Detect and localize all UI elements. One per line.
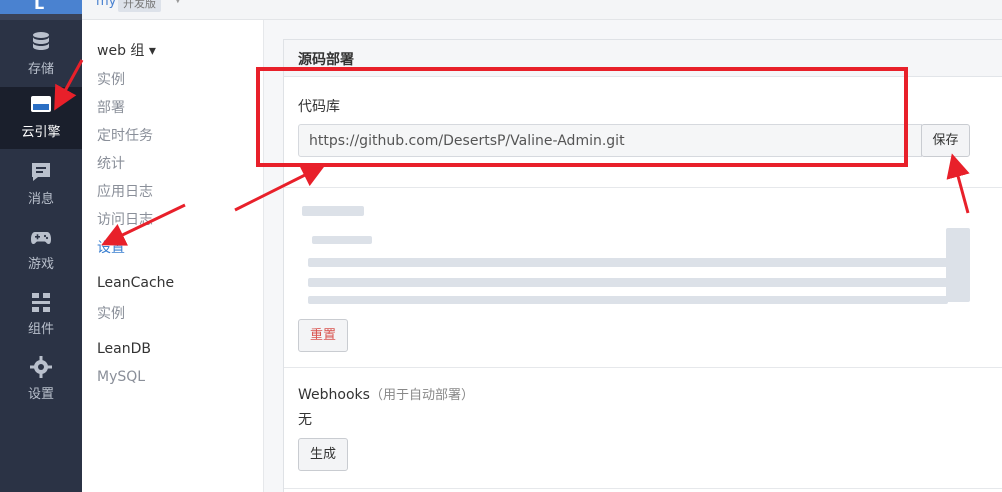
nav-item-stats[interactable]: 统计 <box>97 153 125 173</box>
chevron-down-icon[interactable]: ▼ <box>174 0 182 5</box>
redacted-line <box>308 296 948 304</box>
redacted-line <box>308 278 948 287</box>
divider <box>284 488 1002 489</box>
nav-item-instances[interactable]: 实例 <box>97 69 125 89</box>
nav-group-leandb: LeanDB <box>97 341 152 357</box>
app-name[interactable]: my <box>96 0 116 9</box>
divider <box>284 367 1002 368</box>
components-icon <box>32 293 50 312</box>
app-plan-badge: 开发版 <box>118 0 161 12</box>
gear-icon <box>30 356 52 378</box>
main-content: 源码部署 代码库 保存 重置 Webhooks（用于自动部署） 无 生成 <box>264 20 1002 492</box>
rail-item-components[interactable]: 组件 <box>0 284 82 346</box>
logo-letter: L <box>34 0 45 13</box>
database-icon <box>33 32 49 50</box>
redacted-block <box>946 228 970 302</box>
nav-group-web[interactable]: web 组 ▾ <box>97 40 156 60</box>
gamepad-icon <box>31 232 51 244</box>
rail-label: 消息 <box>27 192 54 207</box>
top-bar: my 开发版 ▼ <box>82 0 1002 20</box>
source-deploy-panel: 源码部署 代码库 保存 重置 Webhooks（用于自动部署） 无 生成 <box>283 39 1002 492</box>
nav-item-access-logs[interactable]: 访问日志 <box>97 209 153 229</box>
message-icon <box>32 163 50 181</box>
redacted-line <box>308 258 948 267</box>
webhooks-value: 无 <box>298 412 312 428</box>
icon-rail: L 存储 云引擎 消息 游戏 组件 设置 <box>0 0 82 492</box>
server-icon <box>31 96 51 112</box>
panel-header: 源码部署 <box>284 40 1002 77</box>
nav-item-app-logs[interactable]: 应用日志 <box>97 181 153 201</box>
logo[interactable]: L <box>0 0 82 20</box>
panel-title: 源码部署 <box>298 52 354 68</box>
reset-button[interactable]: 重置 <box>298 319 348 352</box>
rail-label: 云引擎 <box>21 125 61 140</box>
webhooks-note: （用于自动部署） <box>369 388 474 403</box>
generate-button[interactable]: 生成 <box>298 438 348 471</box>
rail-label: 存储 <box>27 62 54 77</box>
nav-item-settings[interactable]: 设置 <box>97 237 125 257</box>
divider <box>284 187 1002 188</box>
redacted-line <box>302 206 364 216</box>
save-button[interactable]: 保存 <box>921 124 970 157</box>
webhooks-title: Webhooks <box>298 387 370 403</box>
nav-item-mysql[interactable]: MySQL <box>97 369 145 385</box>
redacted-line <box>312 236 372 244</box>
nav-item-leancache-instances[interactable]: 实例 <box>97 303 125 323</box>
secondary-nav: web 组 ▾ 实例 部署 定时任务 统计 应用日志 访问日志 设置 LeanC… <box>82 20 264 492</box>
nav-group-leancache: LeanCache <box>97 275 175 291</box>
rail-item-messages[interactable]: 消息 <box>0 154 82 216</box>
webhooks-label: Webhooks（用于自动部署） <box>298 384 474 403</box>
rail-item-storage[interactable]: 存储 <box>0 24 82 86</box>
repo-url-input[interactable] <box>298 124 922 157</box>
redacted-content <box>298 198 988 308</box>
repo-label: 代码库 <box>298 99 340 115</box>
rail-item-settings[interactable]: 设置 <box>0 349 82 411</box>
rail-label: 组件 <box>27 322 54 337</box>
rail-label: 游戏 <box>27 257 54 272</box>
rail-item-cloud-engine[interactable]: 云引擎 <box>0 87 82 149</box>
rail-label: 设置 <box>27 387 54 402</box>
nav-item-deploy[interactable]: 部署 <box>97 97 125 117</box>
rail-item-games[interactable]: 游戏 <box>0 219 82 281</box>
nav-item-cron-tasks[interactable]: 定时任务 <box>97 125 153 145</box>
